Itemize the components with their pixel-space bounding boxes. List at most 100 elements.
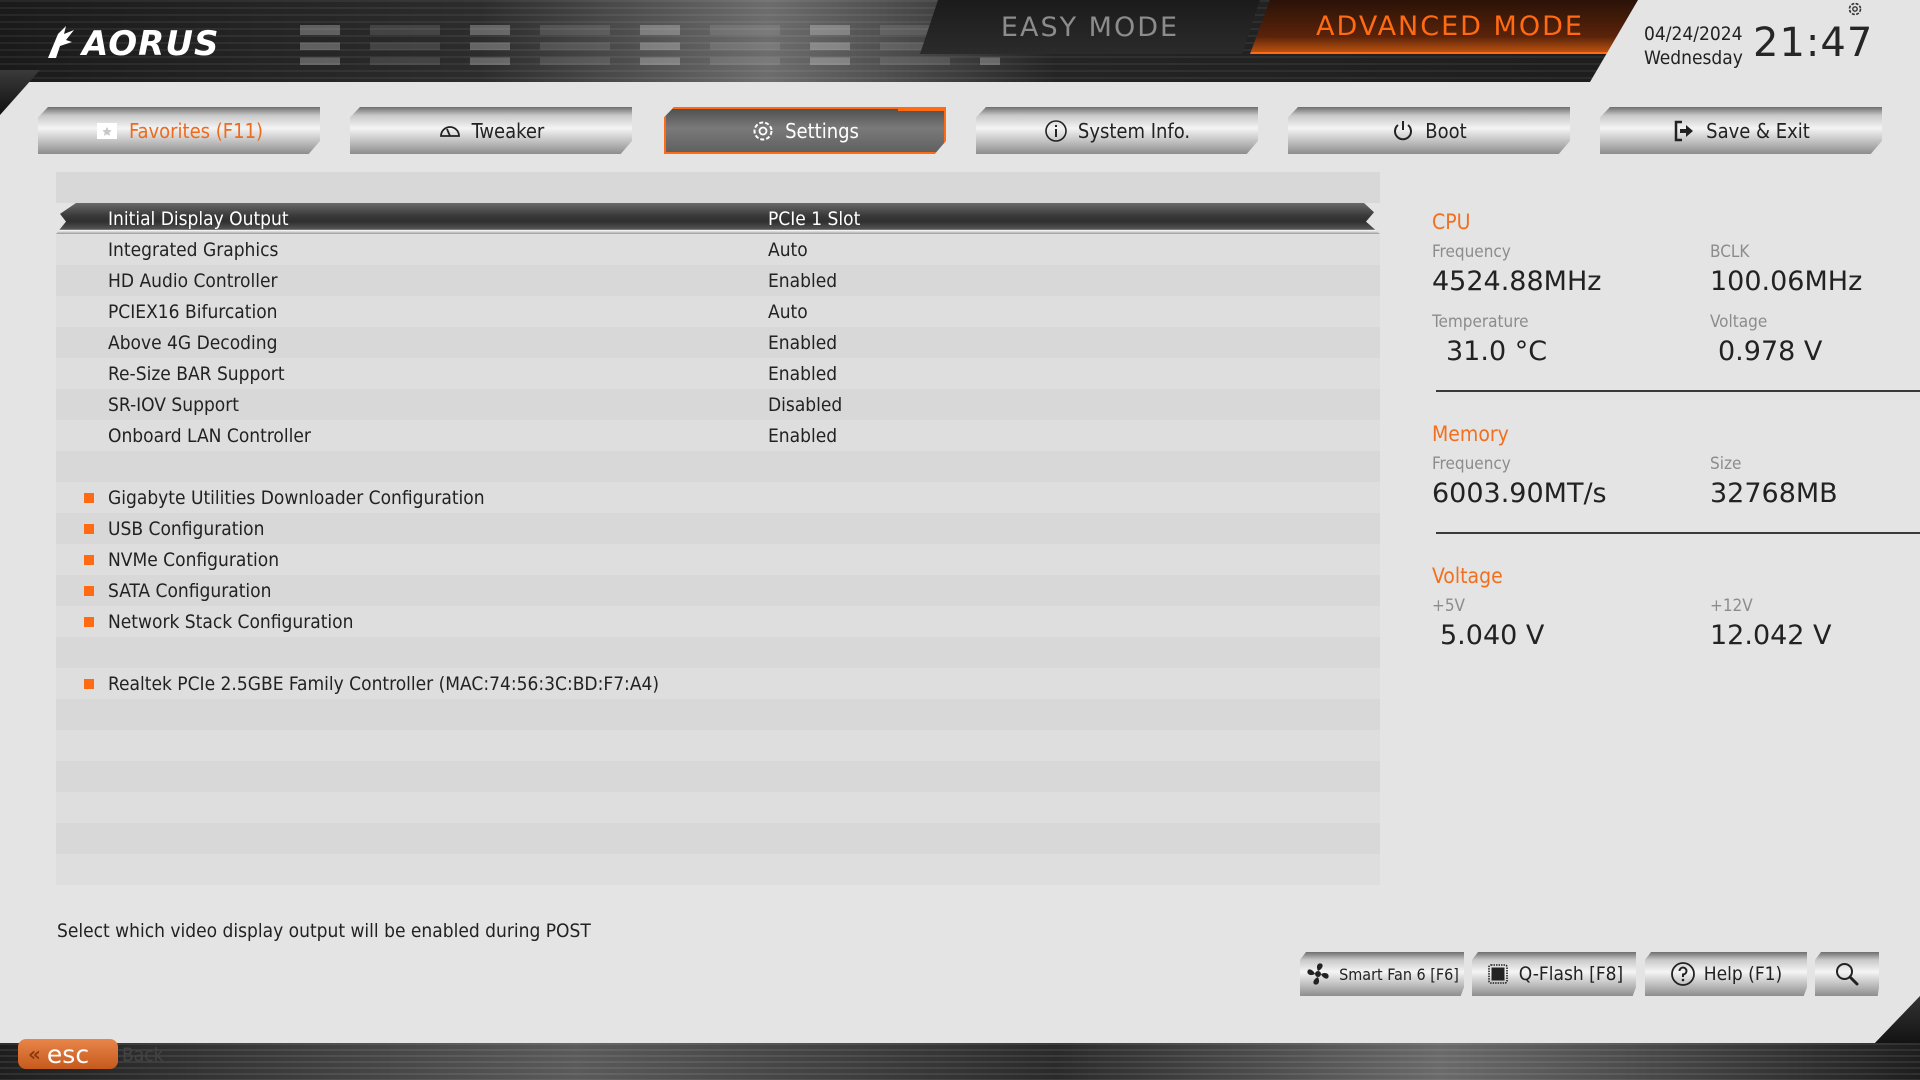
voltage-info: +5V +12V 5.040 V 12.042 V xyxy=(1432,596,1920,666)
empty-row xyxy=(56,730,1380,761)
setting-row-initial-display-output[interactable]: Initial Display Output PCIe 1 Slot xyxy=(56,203,1380,234)
header-decoration xyxy=(300,20,1000,70)
date-display: 04/24/2024 Wednesday xyxy=(1644,22,1743,70)
setting-row-above-4g-decoding[interactable]: Above 4G Decoding Enabled xyxy=(56,327,1380,358)
setting-row-sr-iov-support[interactable]: SR-IOV Support Disabled xyxy=(56,389,1380,420)
spacer-row xyxy=(56,172,1380,203)
cpu-bclk-label: BCLK xyxy=(1710,242,1750,262)
memory-info: Frequency Size 6003.90MT/s 32768MB xyxy=(1432,454,1920,524)
submenu-gigabyte-utilities-downloader[interactable]: Gigabyte Utilities Downloader Configurat… xyxy=(56,482,1380,513)
esc-action-label: Back xyxy=(122,1044,164,1066)
favorites-star-icon xyxy=(95,119,119,143)
settings-gear-icon[interactable] xyxy=(1847,1,1863,17)
tab-label: Settings xyxy=(785,118,859,143)
voltage-12v-value: 12.042 V xyxy=(1710,620,1832,651)
tab-label: Save & Exit xyxy=(1706,118,1810,143)
setting-value[interactable]: Auto xyxy=(768,301,808,323)
fan-icon xyxy=(1305,961,1331,987)
submenu-network-stack-configuration[interactable]: Network Stack Configuration xyxy=(56,606,1380,637)
cpu-section-title: CPU xyxy=(1432,210,1471,234)
weekday-text: Wednesday xyxy=(1644,47,1743,69)
setting-row-integrated-graphics[interactable]: Integrated Graphics Auto xyxy=(56,234,1380,265)
tab-system-info[interactable]: System Info. xyxy=(976,107,1258,154)
section-divider xyxy=(1436,390,1920,392)
cpu-temperature-label: Temperature xyxy=(1432,312,1529,332)
setting-label: Integrated Graphics xyxy=(108,238,279,261)
memory-size-label: Size xyxy=(1710,454,1742,474)
setting-label: SR-IOV Support xyxy=(108,393,239,416)
submenu-bullet-icon xyxy=(84,616,94,627)
setting-label: HD Audio Controller xyxy=(108,269,278,292)
settings-list: Initial Display Output PCIe 1 Slot Integ… xyxy=(56,172,1380,885)
easy-mode-button[interactable]: EASY MODE xyxy=(920,0,1260,54)
header-wedge-decoration xyxy=(0,70,40,115)
help-description: Select which video display output will b… xyxy=(57,920,591,942)
empty-row xyxy=(56,699,1380,730)
help-button[interactable]: Help (F1) xyxy=(1645,952,1807,996)
cpu-info: Frequency BCLK 4524.88MHz 100.06MHz Temp… xyxy=(1432,242,1920,382)
section-divider xyxy=(1436,532,1920,534)
submenu-bullet-icon xyxy=(84,554,94,565)
setting-label: PCIEX16 Bifurcation xyxy=(108,300,278,323)
info-icon xyxy=(1044,119,1068,143)
advanced-mode-button[interactable]: ADVANCED MODE xyxy=(1250,0,1650,54)
setting-value[interactable]: Enabled xyxy=(768,270,837,292)
setting-label: Above 4G Decoding xyxy=(108,331,278,354)
tab-favorites[interactable]: Favorites (F11) xyxy=(38,107,320,154)
time-display: 21:47 xyxy=(1753,20,1874,66)
submenu-sata-configuration[interactable]: SATA Configuration xyxy=(56,575,1380,606)
setting-value[interactable]: PCIe 1 Slot xyxy=(768,208,860,230)
tab-tweaker[interactable]: Tweaker xyxy=(350,107,632,154)
help-icon xyxy=(1670,961,1696,987)
voltage-12v-label: +12V xyxy=(1710,596,1753,616)
submenu-usb-configuration[interactable]: USB Configuration xyxy=(56,513,1380,544)
speedometer-icon xyxy=(438,119,462,143)
tab-settings[interactable]: Settings xyxy=(664,107,946,154)
memory-section-title: Memory xyxy=(1432,422,1509,446)
setting-row-hd-audio-controller[interactable]: HD Audio Controller Enabled xyxy=(56,265,1380,296)
tab-label: Boot xyxy=(1425,118,1467,143)
q-flash-button[interactable]: Q-Flash [F8] xyxy=(1472,952,1636,996)
exit-icon xyxy=(1672,119,1696,143)
submenu-realtek-lan-controller[interactable]: Realtek PCIe 2.5GBE Family Controller (M… xyxy=(56,668,1380,699)
button-label: Help (F1) xyxy=(1703,963,1783,985)
setting-value[interactable]: Enabled xyxy=(768,363,837,385)
setting-row-resize-bar-support[interactable]: Re-Size BAR Support Enabled xyxy=(56,358,1380,389)
tab-save-exit[interactable]: Save & Exit xyxy=(1600,107,1882,154)
footer-corner-decoration xyxy=(1872,996,1920,1046)
voltage-5v-label: +5V xyxy=(1432,596,1466,616)
submenu-label: SATA Configuration xyxy=(108,579,272,602)
power-icon xyxy=(1391,119,1415,143)
setting-row-onboard-lan-controller[interactable]: Onboard LAN Controller Enabled xyxy=(56,420,1380,451)
search-icon xyxy=(1834,961,1860,987)
logo-text: AORUS xyxy=(82,24,220,64)
cpu-voltage-label: Voltage xyxy=(1710,312,1768,332)
smart-fan-button[interactable]: Smart Fan 6 [F6] xyxy=(1300,952,1464,996)
search-button[interactable] xyxy=(1815,952,1879,996)
tab-boot[interactable]: Boot xyxy=(1288,107,1570,154)
setting-label: Re-Size BAR Support xyxy=(108,362,285,385)
cpu-voltage-value: 0.978 V xyxy=(1718,336,1823,367)
setting-value[interactable]: Enabled xyxy=(768,332,837,354)
main-tabs: Favorites (F11) Tweaker Settings System … xyxy=(38,107,1883,155)
voltage-5v-value: 5.040 V xyxy=(1440,620,1545,651)
setting-value[interactable]: Disabled xyxy=(768,394,842,416)
setting-value[interactable]: Auto xyxy=(768,239,808,261)
chip-icon xyxy=(1485,961,1511,987)
submenu-nvme-configuration[interactable]: NVMe Configuration xyxy=(56,544,1380,575)
setting-value[interactable]: Enabled xyxy=(768,425,837,447)
submenu-bullet-icon xyxy=(84,492,94,503)
button-label: Smart Fan 6 [F6] xyxy=(1339,964,1459,984)
empty-row xyxy=(56,792,1380,823)
tab-label: System Info. xyxy=(1077,118,1191,143)
gear-icon xyxy=(751,119,775,143)
spacer-row xyxy=(56,451,1380,482)
setting-row-pciex16-bifurcation[interactable]: PCIEX16 Bifurcation Auto xyxy=(56,296,1380,327)
spacer-row xyxy=(56,637,1380,668)
submenu-label: Gigabyte Utilities Downloader Configurat… xyxy=(108,486,485,509)
hardware-info-panel: CPU Frequency BCLK 4524.88MHz 100.06MHz … xyxy=(1432,210,1920,666)
cpu-temperature-value: 31.0 °C xyxy=(1446,336,1548,367)
submenu-label: USB Configuration xyxy=(108,517,265,540)
aorus-logo: AORUS xyxy=(44,22,219,66)
esc-back-button[interactable]: « esc xyxy=(18,1039,118,1069)
